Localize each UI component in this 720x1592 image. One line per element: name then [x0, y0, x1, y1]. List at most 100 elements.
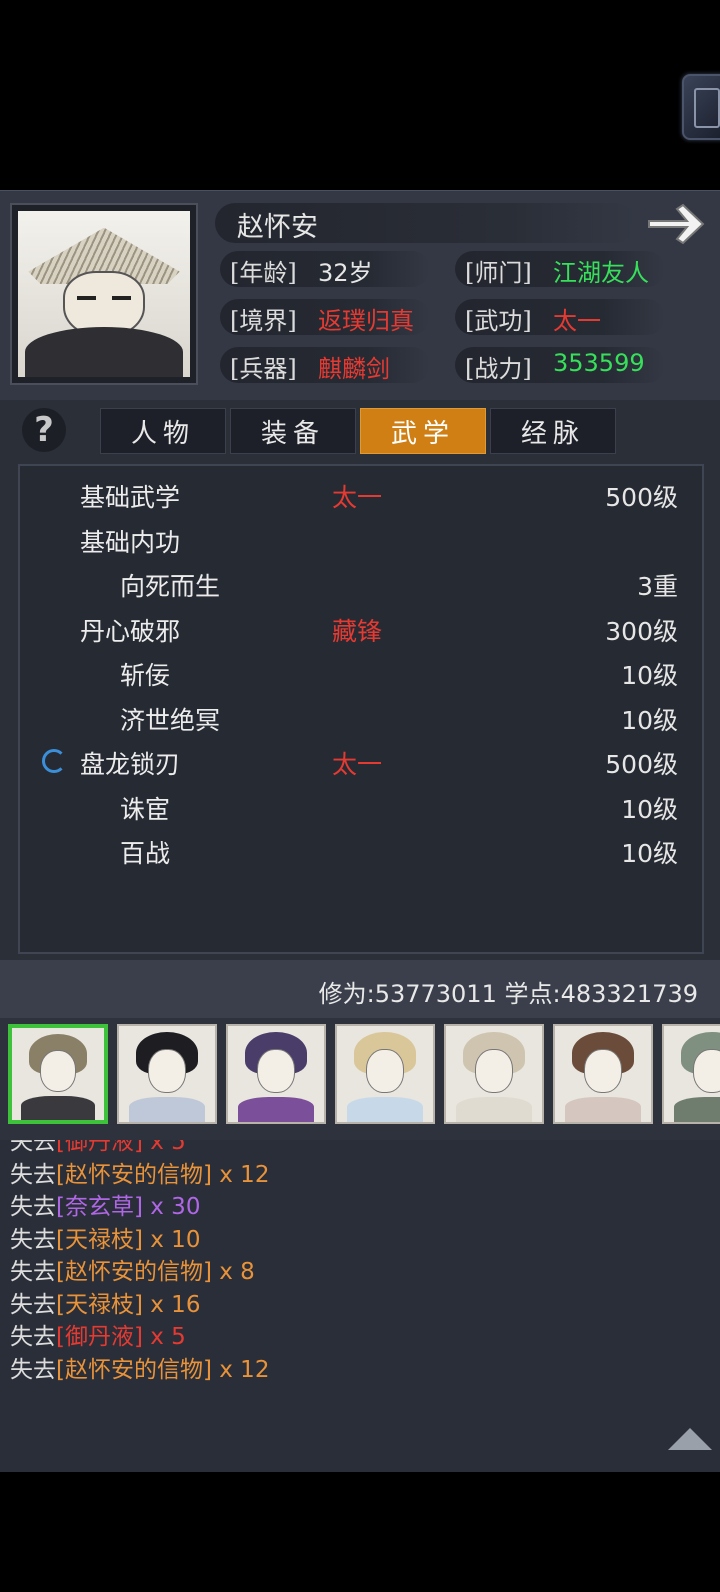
- skill-name: 向死而生: [120, 572, 221, 601]
- log-line: 失去[赵怀安的信物] x 8: [10, 1252, 255, 1286]
- tab-meridians[interactable]: 经脉: [490, 408, 616, 454]
- attr-label: [战力]: [465, 355, 532, 383]
- skill-row[interactable]: 丹心破邪 藏锋 300级: [20, 608, 702, 648]
- log-item: [赵怀安的信物]: [56, 1259, 212, 1285]
- log-quantity: x 16: [142, 1291, 201, 1318]
- attr-value: 353599: [553, 349, 645, 377]
- content-area: 基础武学 太一 500级 基础内功 向死而生 3重 丹心破邪 藏锋 300级 斩佞 10级 济世绝冥 1…: [0, 458, 720, 960]
- log-line: 失去[赵怀安的信物] x 12: [10, 1350, 269, 1384]
- attr-label: [师门]: [465, 259, 532, 287]
- log-item: [御丹液]: [56, 1140, 143, 1155]
- skill-level: 3重: [637, 572, 678, 601]
- roster-card[interactable]: [117, 1024, 217, 1124]
- log-quantity: x 10: [142, 1226, 201, 1253]
- attr-value: 太一: [553, 307, 601, 335]
- log-line: 失去[御丹液] x 5: [10, 1317, 186, 1351]
- skill-list: 基础武学 太一 500级 基础内功 向死而生 3重 丹心破邪 藏锋 300级 斩佞 10级 济世绝冥 1…: [18, 464, 704, 954]
- skill-style: 藏锋: [332, 616, 383, 646]
- skill-name: 丹心破邪: [80, 616, 181, 646]
- top-black-area: [0, 0, 720, 190]
- attr-label: [武功]: [465, 307, 532, 335]
- log-item: [天禄枝]: [56, 1291, 143, 1318]
- attr-value: 返璞归真: [318, 307, 414, 335]
- roster-card[interactable]: [226, 1024, 326, 1124]
- character-roster: [0, 1018, 720, 1140]
- skill-row[interactable]: 斩佞 10级: [20, 652, 702, 692]
- character-avatar: [10, 203, 198, 385]
- character-header: 赵怀安 [年龄] 32岁 [师门] 江湖友人 [境界] 返璞归真 [武功] 太一…: [0, 190, 720, 400]
- log-quantity: x 12: [211, 1356, 270, 1383]
- log-quantity: x 5: [142, 1140, 186, 1155]
- skill-style: 太一: [332, 483, 383, 512]
- log-prefix: 失去: [10, 1140, 56, 1155]
- log-prefix: 失去: [10, 1226, 56, 1253]
- log-prefix: 失去: [10, 1161, 56, 1188]
- log-line: 失去[赵怀安的信物] x 12: [10, 1155, 269, 1189]
- tab-equipment[interactable]: 装备: [230, 408, 356, 454]
- attr-value: 江湖友人: [553, 259, 649, 287]
- roster-card[interactable]: [335, 1024, 435, 1124]
- log-item: [御丹液]: [56, 1324, 143, 1350]
- skill-row[interactable]: 济世绝冥 10级: [20, 697, 702, 737]
- skill-level: 10级: [621, 661, 678, 690]
- attr-value: 麒麟剑: [318, 355, 390, 383]
- skill-name: 基础内功: [80, 527, 181, 557]
- skill-level: 10级: [621, 705, 678, 735]
- log-prefix: 失去: [10, 1194, 56, 1220]
- skill-name: 济世绝冥: [120, 705, 221, 735]
- log-quantity: x 12: [211, 1161, 270, 1188]
- attr-value: 32岁: [318, 259, 373, 287]
- skill-name: 斩佞: [120, 661, 171, 690]
- log-quantity: x 5: [142, 1324, 186, 1350]
- next-arrow-icon[interactable]: [645, 203, 707, 245]
- roster-card[interactable]: [8, 1024, 108, 1124]
- scroll-up-icon[interactable]: [668, 1428, 712, 1450]
- attr-label: [境界]: [230, 307, 297, 335]
- log-line: 失去[天禄枝] x 16: [10, 1285, 200, 1319]
- roster-card[interactable]: [444, 1024, 544, 1124]
- skill-row[interactable]: 基础武学 太一 500级: [20, 474, 702, 514]
- skill-row[interactable]: 百战 10级: [20, 830, 702, 870]
- attr-label: [年龄]: [230, 259, 297, 287]
- log-item: [赵怀安的信物]: [56, 1161, 212, 1188]
- attr-label: [兵器]: [230, 355, 297, 383]
- skill-level: 500级: [605, 483, 678, 512]
- bottom-black-area: [0, 1472, 720, 1592]
- skill-name: 基础武学: [80, 483, 181, 512]
- event-log: 失去[御丹液] x 5 失去[赵怀安的信物] x 12 失去[奈玄草] x 30 失去…: [0, 1140, 720, 1472]
- log-item: [天禄枝]: [56, 1226, 143, 1253]
- skill-row[interactable]: 向死而生 3重: [20, 563, 702, 603]
- log-prefix: 失去: [10, 1291, 56, 1318]
- tab-strip: ? 人物 装备 武学 经脉: [0, 400, 720, 458]
- log-line: 失去[天禄枝] x 10: [10, 1220, 200, 1254]
- log-item: [赵怀安的信物]: [56, 1356, 212, 1383]
- stats-bar: 修为:53773011 学点:483321739: [0, 960, 720, 1018]
- log-quantity: x 8: [211, 1259, 255, 1285]
- log-quantity: x 30: [142, 1194, 201, 1220]
- roster-card[interactable]: [553, 1024, 653, 1124]
- skill-level: 10级: [621, 839, 678, 868]
- skill-row[interactable]: 诛宦 10级: [20, 786, 702, 826]
- tab-martial-arts[interactable]: 武学: [360, 408, 486, 454]
- skill-row[interactable]: 基础内功: [20, 519, 702, 559]
- skill-level: 500级: [605, 750, 678, 779]
- skill-style: 太一: [332, 750, 383, 779]
- skill-level: 300级: [605, 616, 678, 646]
- log-item: [奈玄草]: [56, 1194, 143, 1220]
- corner-menu-icon[interactable]: [682, 74, 720, 140]
- log-prefix: 失去: [10, 1356, 56, 1383]
- skill-name: 盘龙锁刃: [80, 750, 181, 779]
- skill-name: 百战: [120, 839, 171, 868]
- loading-icon: [42, 749, 66, 773]
- help-icon[interactable]: ?: [22, 408, 66, 452]
- roster-card[interactable]: [662, 1024, 720, 1124]
- log-prefix: 失去: [10, 1324, 56, 1350]
- log-prefix: 失去: [10, 1259, 56, 1285]
- cultivation-stats: 修为:53773011 学点:483321739: [318, 980, 698, 1008]
- log-line: 失去[奈玄草] x 30: [10, 1187, 200, 1221]
- skill-row[interactable]: 盘龙锁刃 太一 500级: [20, 741, 702, 781]
- character-name: 赵怀安: [237, 212, 318, 243]
- skill-name: 诛宦: [120, 794, 171, 824]
- skill-level: 10级: [621, 794, 678, 824]
- tab-character[interactable]: 人物: [100, 408, 226, 454]
